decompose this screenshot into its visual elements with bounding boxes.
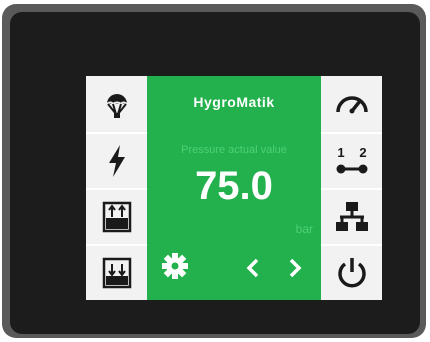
parameter-value: 75.0 (195, 164, 273, 208)
parameter-unit: bar (295, 222, 313, 236)
chevron-left-icon[interactable] (243, 254, 263, 282)
network-icon (335, 202, 368, 231)
tank-fill-button[interactable] (86, 188, 147, 244)
right-button-column: 1 2 (321, 76, 382, 300)
humidity-button[interactable] (86, 76, 147, 130)
power-supply-button[interactable] (86, 132, 147, 188)
tank-fill-icon (102, 201, 131, 233)
left-button-column (86, 76, 147, 300)
network-button[interactable] (321, 188, 382, 244)
device-housing: HygroMatik Pressure actual value 75.0 ba… (2, 4, 426, 338)
power-button[interactable] (321, 244, 382, 300)
gear-icon[interactable] (161, 252, 189, 280)
device-bezel: HygroMatik Pressure actual value 75.0 ba… (10, 12, 420, 334)
chevron-right-icon[interactable] (285, 254, 305, 282)
sequence-button[interactable]: 1 2 (321, 132, 382, 188)
tank-drain-button[interactable] (86, 244, 147, 300)
power-icon (337, 258, 366, 288)
sequence-label-2: 2 (359, 145, 366, 160)
lightning-icon (108, 145, 125, 177)
gauge-icon (335, 96, 368, 114)
cloud-parachute-icon (105, 94, 128, 118)
brand-logo: HygroMatik (193, 94, 275, 110)
main-display: HygroMatik Pressure actual value 75.0 ba… (147, 76, 321, 300)
gauge-button[interactable] (321, 76, 382, 130)
sequence-icon: 1 2 (336, 145, 367, 174)
tank-drain-icon (102, 257, 131, 289)
parameter-label: Pressure actual value (181, 144, 287, 156)
sequence-label-1: 1 (337, 145, 344, 160)
touch-screen: HygroMatik Pressure actual value 75.0 ba… (86, 76, 382, 300)
